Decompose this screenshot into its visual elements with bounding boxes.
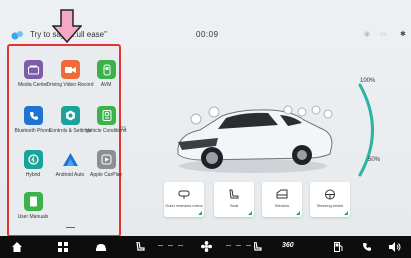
down-arrow-annotation-icon [52,9,82,43]
corner-indicator [344,211,348,215]
apps-grid-icon[interactable] [58,242,68,252]
vehicle-illustration [177,105,333,173]
app-avm[interactable]: AVM [86,60,126,104]
separator-dash [236,245,241,246]
app-apple-carplay[interactable]: Apple CarPlay [86,150,126,194]
app-user-manuals[interactable]: User Manuals [13,192,53,236]
bottom-dock: 360 [0,236,411,258]
app-label: User Manuals [17,214,49,220]
mirror-icon [178,190,190,199]
separator-dash [168,245,173,246]
fuel-icon[interactable] [334,242,343,252]
defrost-icon[interactable] [254,242,263,252]
dashcam-icon [61,60,80,79]
control-label: Outer rearview mirror [165,203,203,208]
separator-dash [246,245,251,246]
bluetooth-icon: ✱ [400,31,406,38]
user-manuals-icon [24,192,43,211]
voice-assistant-icon[interactable] [11,30,24,40]
battery-icon: ▭ [380,31,387,38]
window-button[interactable]: Window [262,182,302,217]
window-icon [276,189,288,199]
seat-button[interactable]: Seat [214,182,254,217]
app-label: AVM [100,82,112,88]
drawer-handle[interactable] [66,227,75,228]
settings-icon [61,106,80,125]
steering-wheel-button[interactable]: Steering wheel [310,182,350,217]
control-label: Steering wheel [316,203,344,208]
home-icon[interactable] [12,242,22,252]
car-infotainment-screen: Try to say "...ull ease" 00:09 ◉ ▭ ✱ Med… [0,0,411,258]
vehicle-conditions-icon [97,106,116,125]
media-center-icon [24,60,43,79]
battery-level-arc [358,83,374,177]
car-icon[interactable] [95,243,107,252]
control-label: Seat [229,203,239,208]
gauge-top-label: 100% [360,78,376,84]
clock: 00:09 [196,30,219,39]
360-view-icon[interactable]: 360 [282,239,294,253]
control-label: Window [274,203,290,208]
separator-dash [178,245,183,246]
android-auto-icon [61,150,80,169]
app-label: Apple CarPlay [90,172,122,178]
volume-icon[interactable] [389,242,401,252]
separator-dash [158,245,163,246]
seat-icon [229,189,239,199]
separator-dash [226,245,231,246]
corner-indicator [198,211,202,215]
avm-icon [97,60,116,79]
wifi-icon: ◉ [364,31,371,38]
carplay-icon [97,150,116,169]
gauge-bottom-label: 50% [368,157,381,163]
seat-heat-icon[interactable] [136,242,145,252]
fan-icon[interactable] [201,241,212,252]
steering-wheel-icon [325,189,335,200]
phone-icon [24,106,43,125]
corner-indicator [248,211,252,215]
hybrid-icon [24,150,43,169]
partial-label: ps [120,126,127,132]
corner-indicator [296,211,300,215]
status-icons: ◉ ▭ ✱ [364,30,410,40]
app-drawer: Media Center Driving Video Record AVM Bl… [7,44,127,237]
outer-rearview-mirror-button[interactable]: Outer rearview mirror [164,182,204,217]
phone-icon[interactable] [362,242,372,252]
